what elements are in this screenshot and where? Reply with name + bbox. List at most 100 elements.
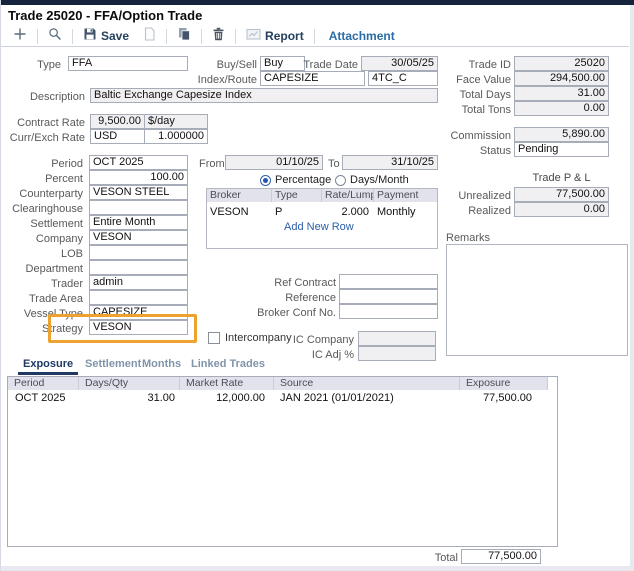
broker-col-header[interactable]: Broker (207, 189, 272, 202)
trade-date-field[interactable]: 30/05/25 (361, 56, 438, 71)
contract-rate-field[interactable]: 9,500.00 (90, 114, 145, 129)
total-days-label: Total Days (431, 88, 511, 102)
percentage-radio-label: Percentage (275, 174, 331, 187)
intercompany-checkbox[interactable] (208, 332, 220, 344)
strategy-highlight (48, 314, 197, 343)
broker-cell: VESON (210, 206, 249, 219)
settlement-field[interactable]: Entire Month (89, 215, 188, 230)
total-days-field: 31.00 (514, 86, 609, 101)
settlement-label: Settlement (1, 217, 83, 231)
broker-conf-no-field[interactable] (339, 304, 438, 319)
period-label: Period (1, 157, 83, 171)
period-cell: OCT 2025 (15, 392, 66, 405)
payment-cell: Monthly (377, 206, 416, 219)
add-new-row-link[interactable]: Add New Row (284, 221, 354, 234)
period-field[interactable]: OCT 2025 (89, 155, 188, 170)
reference-field[interactable] (339, 289, 438, 304)
buy-sell-field[interactable]: Buy (260, 56, 305, 71)
index-route-field[interactable]: CAPESIZE (260, 71, 365, 86)
unrealized-field: 77,500.00 (514, 187, 609, 202)
type-col-header[interactable]: Type (272, 189, 322, 202)
face-value-label: Face Value (431, 73, 511, 87)
report-button-label: Report (265, 29, 304, 43)
trade-area-label: Trade Area (1, 292, 83, 306)
trade-window: Trade 25020 - FFA/Option Trade Save (0, 0, 634, 571)
bottom-edge-strip (1, 566, 634, 571)
toolbar-separator (166, 29, 167, 44)
to-label: To (328, 157, 342, 171)
report-button[interactable]: Report (246, 27, 304, 46)
days-month-radio[interactable] (335, 175, 346, 186)
remarks-label: Remarks (446, 231, 506, 245)
right-edge-strip (630, 5, 634, 571)
clearinghouse-field[interactable] (89, 200, 188, 215)
exposure-col-header[interactable]: Exposure (460, 377, 548, 390)
trash-icon (212, 27, 225, 46)
counterparty-label: Counterparty (1, 187, 83, 201)
rate-lump-col-header[interactable]: Rate/Lump (322, 189, 374, 202)
contract-rate-unit-field[interactable]: $/day (144, 114, 208, 129)
type-label: Type (1, 58, 61, 72)
total-tons-label: Total Tons (431, 103, 511, 117)
tab-settlement[interactable]: Settlement (85, 358, 141, 370)
type-field[interactable]: FFA (68, 56, 188, 71)
ic-company-label: IC Company (281, 333, 354, 347)
exch-rate-field[interactable]: 1.000000 (144, 129, 208, 144)
copy-button[interactable] (177, 27, 191, 46)
department-field[interactable] (89, 260, 188, 275)
save-button[interactable]: Save (83, 27, 129, 46)
attachment-button[interactable]: Attachment (325, 29, 395, 43)
percentage-radio[interactable] (260, 175, 271, 186)
toolbar-separator (201, 29, 202, 44)
tab-months[interactable]: Months (142, 358, 181, 370)
market-rate-col-header[interactable]: Market Rate (180, 377, 274, 390)
period-col-header[interactable]: Period (8, 377, 79, 390)
from-field[interactable]: 01/10/25 (225, 155, 323, 170)
trade-area-field[interactable] (89, 290, 188, 305)
ref-contract-field[interactable] (339, 274, 438, 289)
total-label: Total (411, 551, 458, 565)
company-label: Company (1, 232, 83, 246)
payment-col-header[interactable]: Payment (374, 189, 437, 202)
toolbar: Save Report Attachment (9, 26, 399, 46)
copy-icon (177, 27, 191, 46)
save-icon (83, 27, 97, 46)
ic-company-field[interactable] (358, 331, 436, 346)
realized-field: 0.00 (514, 202, 609, 217)
window-top-bar (1, 0, 634, 5)
days-month-radio-label: Days/Month (350, 174, 409, 187)
search-icon (48, 27, 62, 46)
remarks-textarea[interactable] (446, 244, 628, 356)
route-field[interactable]: 4TC_C (368, 71, 438, 86)
new-button[interactable] (13, 27, 27, 46)
tab-linked-trades[interactable]: Linked Trades (191, 358, 265, 370)
curr-exch-rate-label: Curr/Exch Rate (1, 131, 85, 145)
new-document-button[interactable] (143, 27, 156, 46)
ref-contract-label: Ref Contract (226, 276, 336, 290)
index-route-label: Index/Route (197, 73, 257, 87)
lob-label: LOB (1, 247, 83, 261)
counterparty-field[interactable]: VESON STEEL (89, 185, 188, 200)
search-button[interactable] (48, 27, 62, 46)
trade-id-field: 25020 (514, 56, 609, 71)
status-label: Status (431, 144, 511, 158)
company-field[interactable]: VESON (89, 230, 188, 245)
contract-rate-label: Contract Rate (1, 116, 85, 130)
currency-field[interactable]: USD (90, 129, 145, 144)
to-field[interactable]: 31/10/25 (342, 155, 438, 170)
percent-field[interactable]: 100.00 (89, 170, 188, 185)
ic-adj-field[interactable] (358, 346, 436, 361)
status-field[interactable]: Pending (514, 142, 609, 157)
days-qty-col-header[interactable]: Days/Qty (79, 377, 180, 390)
delete-button[interactable] (212, 27, 225, 46)
tab-exposure[interactable]: Exposure (23, 358, 73, 370)
description-field[interactable]: Baltic Exchange Capesize Index (90, 88, 438, 103)
trade-id-label: Trade ID (431, 58, 511, 72)
attachment-button-label: Attachment (329, 29, 395, 43)
buy-sell-label: Buy/Sell (197, 58, 257, 72)
toolbar-separator (72, 29, 73, 44)
trader-field[interactable]: admin (89, 275, 188, 290)
lob-field[interactable] (89, 245, 188, 260)
rate-lump-cell: 2.000 (322, 206, 369, 219)
source-col-header[interactable]: Source (274, 377, 460, 390)
